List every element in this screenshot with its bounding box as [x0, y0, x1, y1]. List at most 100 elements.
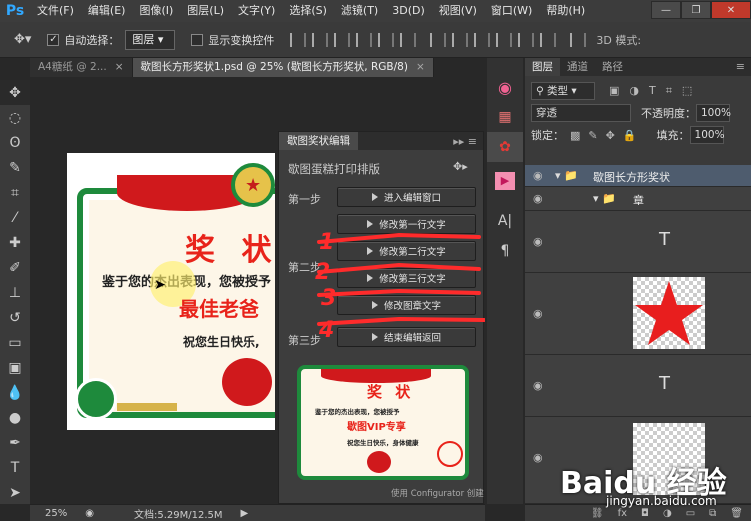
visibility-eye-icon[interactable]: ◉ [533, 192, 543, 205]
close-button[interactable]: ✕ [711, 1, 751, 19]
type-tool-icon[interactable]: T [0, 455, 30, 480]
visibility-eye-icon[interactable]: ◉ [533, 379, 543, 392]
mask-icon[interactable]: ◘ [641, 508, 649, 519]
visibility-eye-icon[interactable]: ◉ [533, 307, 543, 320]
distribute-right-icon[interactable] [540, 32, 557, 47]
visibility-eye-icon[interactable]: ◉ [533, 235, 543, 248]
menu-edit[interactable]: 编辑(E) [81, 0, 133, 22]
eyedropper-tool-icon[interactable]: ⁄ [0, 205, 30, 230]
layer-name: 歇图长方形奖状 [593, 171, 670, 184]
distribute-bottom-icon[interactable] [474, 32, 491, 47]
tab-a4-tangzhi[interactable]: A4糖纸 @ 2... × [30, 58, 133, 77]
menu-help[interactable]: 帮助(H) [539, 0, 592, 22]
layer-text-2[interactable]: ◉ T [525, 355, 751, 417]
align-top-icon[interactable] [290, 32, 307, 47]
move-tool-preset-icon[interactable]: ✥▾ [14, 32, 31, 47]
menu-layer[interactable]: 图层(L) [180, 0, 231, 22]
blur-tool-icon[interactable]: 💧 [0, 380, 30, 405]
stamp-tool-icon[interactable]: ⊥ [0, 280, 30, 305]
certificate-line2: 最佳老爸 [179, 297, 259, 321]
layer-filter-dropdown[interactable]: ⚲ 类型 ▾ [531, 82, 595, 100]
flyout-icon[interactable]: ✥▸ [453, 160, 468, 173]
brush-tool-icon[interactable]: ✐ [0, 255, 30, 280]
auto-select-dropdown[interactable]: 图层 ▾ [125, 29, 176, 50]
fx-icon[interactable]: fx [618, 508, 627, 519]
align-vcenter-icon[interactable] [312, 32, 329, 47]
history-brush-icon[interactable]: ↺ [0, 305, 30, 330]
marquee-tool-icon[interactable]: ◌ [0, 105, 30, 130]
status-icon[interactable]: ◉ [85, 508, 94, 519]
visibility-eye-icon[interactable]: ◉ [533, 451, 543, 464]
menu-file[interactable]: 文件(F) [30, 0, 81, 22]
minimize-button[interactable]: — [651, 1, 681, 19]
layers-menu-icon[interactable]: ≡ [736, 58, 745, 76]
menu-type[interactable]: 文字(Y) [231, 0, 282, 22]
distribute-left-icon[interactable] [496, 32, 513, 47]
document-canvas[interactable]: ★ 奖 状 鉴于您的杰出表现，您被授予 最佳老爸 祝您生日快乐, ➤ [67, 153, 275, 430]
opacity-input[interactable]: 100% [696, 104, 731, 122]
fill-input[interactable]: 100% [689, 126, 725, 144]
layer-group-certificate[interactable]: ◉ ▾ 📁 歇图长方形奖状 [525, 165, 751, 187]
cake-icon[interactable]: ▦ [487, 102, 523, 132]
folder-icon[interactable]: ▭ [686, 508, 695, 519]
align-hcenter-icon[interactable] [378, 32, 395, 47]
lock-icons[interactable]: ▩✎✥🔒 [570, 129, 645, 142]
menu-filter[interactable]: 滤镜(T) [334, 0, 385, 22]
zoom-level[interactable]: 25% [45, 508, 67, 519]
tab-close-icon[interactable]: × [416, 61, 425, 73]
menu-window[interactable]: 窗口(W) [484, 0, 539, 22]
enter-edit-button[interactable]: 进入编辑窗口 [337, 187, 476, 207]
tab-layers[interactable]: 图层 [525, 58, 560, 76]
move-tool-icon[interactable]: ✥ [0, 80, 30, 105]
link-icon[interactable]: ⛓ [591, 508, 604, 519]
trash-icon[interactable]: 🗑 [730, 508, 743, 519]
filter-icons[interactable]: ▣◑T⌗⬚ [609, 84, 702, 98]
lasso-tool-icon[interactable]: ʘ [0, 130, 30, 155]
lollipop-icon[interactable]: ◉ [487, 72, 523, 102]
menu-view[interactable]: 视图(V) [432, 0, 484, 22]
adjustment-icon[interactable]: ◑ [663, 508, 672, 519]
tab-close-icon[interactable]: × [115, 61, 124, 73]
extension-tab[interactable]: 歇图奖状编辑 [279, 132, 358, 150]
baidu-url: jingyan.baidu.com [606, 494, 717, 508]
pen-tool-icon[interactable]: ✒ [0, 430, 30, 455]
play-icon [371, 193, 378, 201]
play-panel-icon[interactable]: ▶ [487, 166, 523, 196]
healing-tool-icon[interactable]: ✚ [0, 230, 30, 255]
tab-channels[interactable]: 通道 [560, 58, 595, 76]
gradient-tool-icon[interactable]: ▣ [0, 355, 30, 380]
align-left-icon[interactable] [356, 32, 373, 47]
restore-button[interactable]: ❐ [681, 1, 711, 19]
crop-tool-icon[interactable]: ⌗ [0, 180, 30, 205]
eraser-tool-icon[interactable]: ▭ [0, 330, 30, 355]
menu-image[interactable]: 图像(I) [132, 0, 180, 22]
certificate-icon[interactable]: ✿ [487, 132, 523, 162]
menu-select[interactable]: 选择(S) [282, 0, 334, 22]
distribute-hcenter-icon[interactable] [518, 32, 535, 47]
distribute-vcenter-icon[interactable] [452, 32, 469, 47]
auto-align-icon[interactable] [570, 32, 587, 47]
layer-star[interactable]: ◉ [525, 273, 751, 355]
visibility-eye-icon[interactable]: ◉ [533, 169, 543, 182]
dodge-tool-icon[interactable]: ● [0, 405, 30, 430]
paragraph-panel-icon[interactable]: ¶ [487, 236, 523, 266]
character-panel-icon[interactable]: A| [487, 206, 523, 236]
show-transform-checkbox[interactable] [191, 33, 204, 46]
layer-group-seal[interactable]: ◉ ▾ 📁 章 [525, 187, 751, 211]
align-bottom-icon[interactable] [334, 32, 351, 47]
panel-menu-icon[interactable]: ▸▸ ≡ [453, 135, 477, 148]
distribute-top-icon[interactable] [430, 32, 447, 47]
annotation-1: 1 [319, 230, 334, 255]
tab-paths[interactable]: 路径 [595, 58, 630, 76]
tab-certificate[interactable]: 歇图长方形奖状1.psd @ 25% (歇图长方形奖状, RGB/8) × [132, 58, 434, 77]
quick-select-tool-icon[interactable]: ✎ [0, 155, 30, 180]
status-arrow-icon[interactable]: ▶ [241, 508, 249, 519]
layer-text-1[interactable]: ◉ T [525, 211, 751, 273]
align-right-icon[interactable] [400, 32, 417, 47]
auto-select-checkbox[interactable]: ✓ [47, 33, 60, 46]
ribbon-banner [117, 403, 177, 411]
blend-mode-dropdown[interactable]: 穿透 [531, 104, 631, 122]
menu-3d[interactable]: 3D(D) [385, 0, 432, 22]
new-layer-icon[interactable]: ⧉ [709, 508, 716, 519]
path-select-tool-icon[interactable]: ➤ [0, 480, 30, 505]
